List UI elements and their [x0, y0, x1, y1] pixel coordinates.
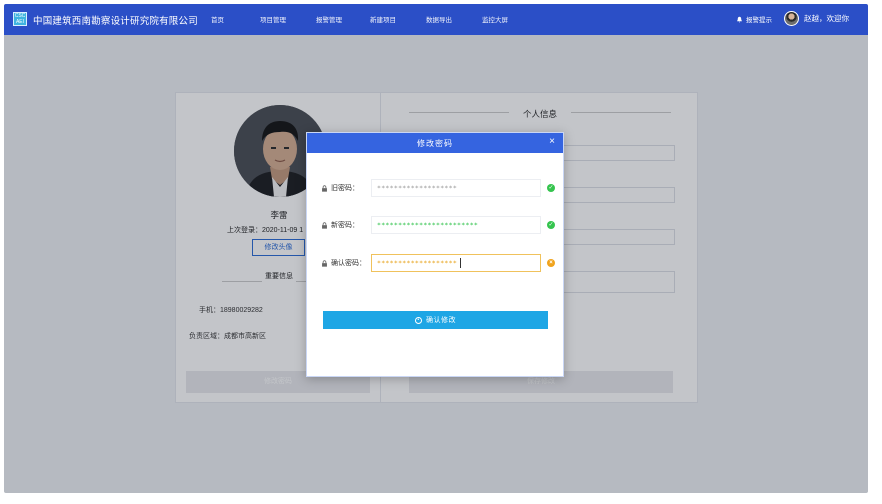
- dialog-header: 修改密码 ×: [307, 133, 563, 153]
- dialog-title: 修改密码: [417, 139, 453, 148]
- new-password-row: 新密码： ************************ ✓: [321, 216, 555, 234]
- confirm-icon: •: [415, 316, 422, 324]
- check-icon: ✓: [547, 184, 555, 192]
- confirm-password-row: 确认密码： ******************* ×: [321, 254, 555, 272]
- old-password-row: 旧密码： ******************* ✓: [321, 179, 555, 197]
- alarm-label: 报警提示: [746, 17, 772, 24]
- user-avatar: [784, 11, 799, 26]
- text-caret: [460, 258, 462, 268]
- old-password-label: 旧密码：: [321, 183, 359, 193]
- confirm-password-label: 确认密码：: [321, 258, 366, 268]
- old-password-input[interactable]: *******************: [371, 179, 541, 197]
- nav-item-project-management[interactable]: 项目管理: [260, 14, 286, 24]
- lock-icon: [322, 259, 327, 267]
- user-greeting: 赵越，欢迎你: [804, 14, 849, 23]
- error-x-icon: ×: [547, 259, 555, 267]
- confirm-change-button[interactable]: • 确认修改: [323, 311, 548, 329]
- nav-item-alarm-management[interactable]: 报警管理: [316, 14, 342, 24]
- nav-item-new-project[interactable]: 新建项目: [370, 14, 396, 24]
- nav-item-data-export[interactable]: 数据导出: [426, 14, 452, 24]
- app-window: CSC AEI 中国建筑西南勘察设计研究院有限公司 首页 项目管理 报警管理 新建…: [4, 4, 868, 493]
- top-navbar: CSC AEI 中国建筑西南勘察设计研究院有限公司 首页 项目管理 报警管理 新建…: [4, 4, 868, 35]
- company-name: 中国建筑西南勘察设计研究院有限公司: [33, 16, 198, 27]
- new-password-label: 新密码：: [321, 220, 359, 230]
- company-logo-icon[interactable]: CSC AEI: [13, 12, 27, 26]
- nav-item-home[interactable]: 首页: [211, 14, 224, 24]
- change-password-dialog: 修改密码 × 旧密码： ******************* ✓ 新密码： *…: [306, 132, 564, 377]
- user-menu[interactable]: 赵越，欢迎你: [784, 11, 849, 26]
- alarm-notice[interactable]: 报警提示: [736, 14, 772, 24]
- nav-item-monitor-screen[interactable]: 监控大屏: [482, 14, 508, 24]
- lock-icon: [322, 221, 327, 229]
- bell-icon: [737, 16, 742, 23]
- check-icon: ✓: [547, 221, 555, 229]
- close-icon[interactable]: ×: [549, 136, 555, 148]
- confirm-password-input[interactable]: *******************: [371, 254, 541, 272]
- lock-icon: [322, 184, 327, 192]
- new-password-input[interactable]: ************************: [371, 216, 541, 234]
- confirm-change-label: 确认修改: [426, 317, 456, 324]
